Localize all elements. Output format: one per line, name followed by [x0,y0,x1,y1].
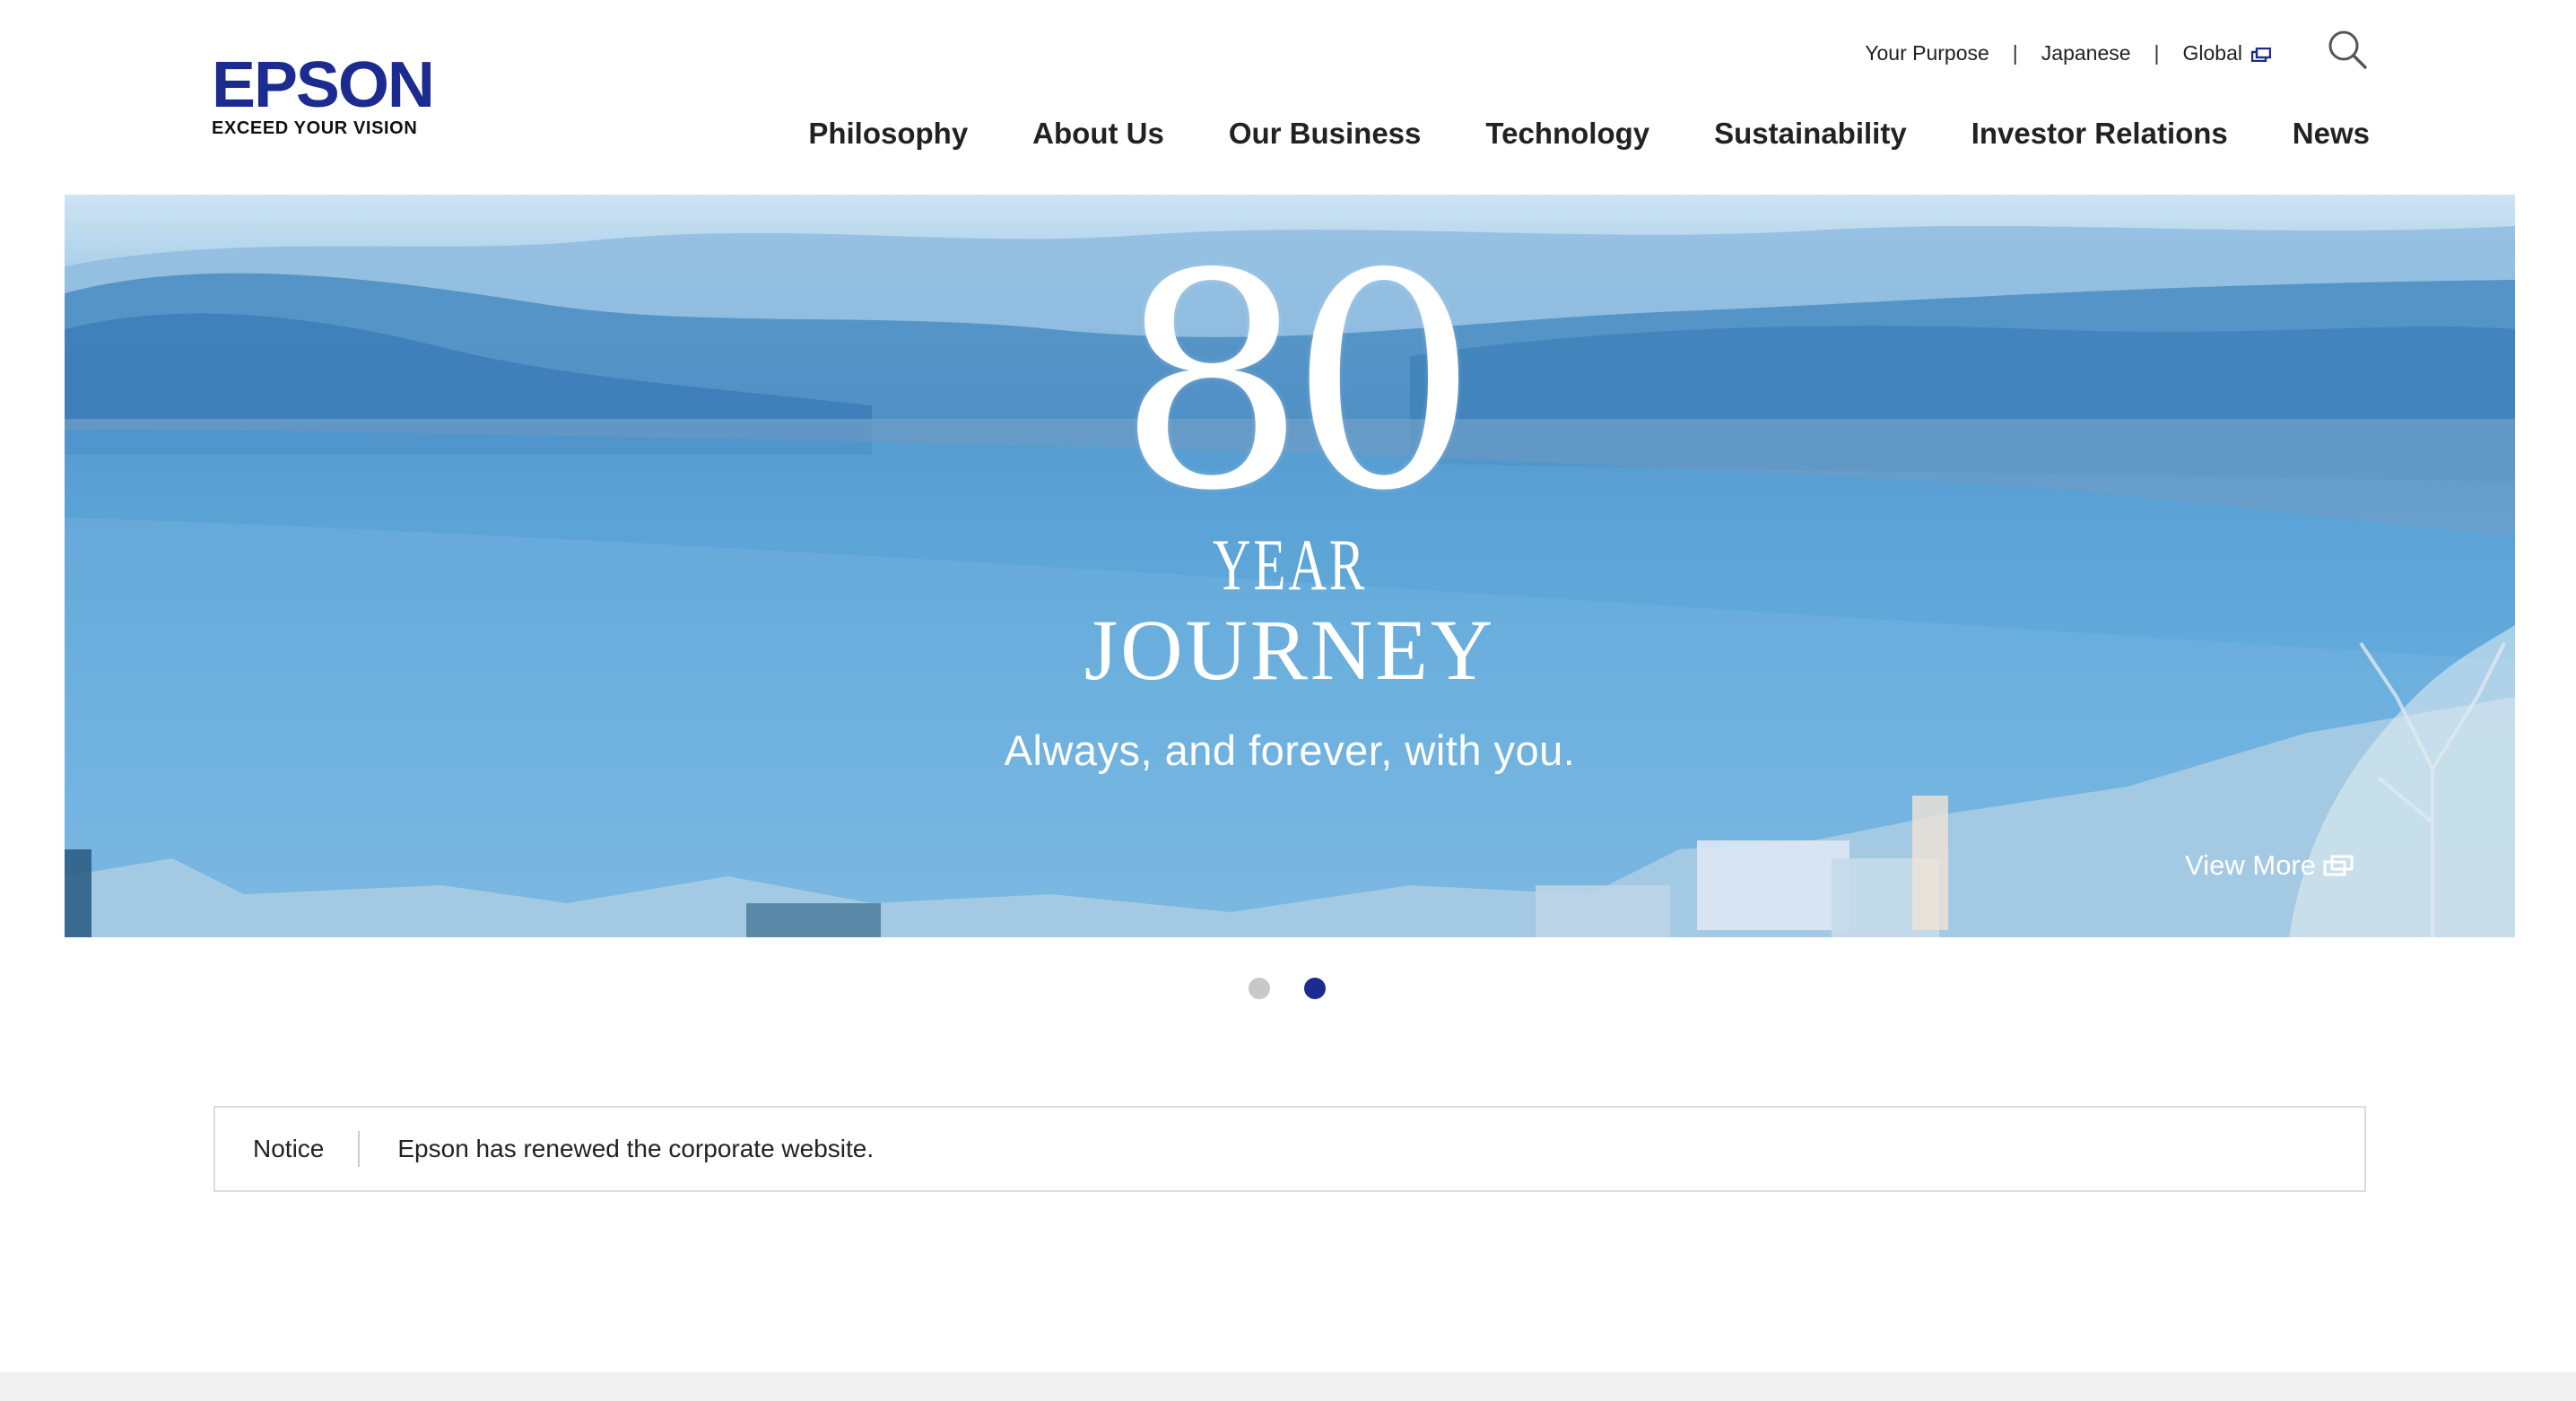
utility-separator: | [2154,41,2160,65]
hero-year-text: YEAR [1212,524,1368,605]
hero-anniversary-number: 80 [1118,211,1478,555]
logo-tagline: EXCEED YOUR VISION [212,118,418,138]
search-button[interactable] [2327,29,2368,70]
search-icon [2328,30,2367,69]
utility-link-your-purpose[interactable]: Your Purpose [1865,41,1989,65]
carousel-pagination [1249,978,1326,999]
nav-item-our-business[interactable]: Our Business [1229,117,1422,151]
utility-link-global-label: Global [2182,41,2242,65]
page: EPSON EXCEED YOUR VISION Your Purpose | … [0,0,2576,1401]
logo-wordmark: EPSON [212,49,435,121]
utility-link-japanese[interactable]: Japanese [2041,41,2131,65]
hero-tagline: Always, and forever, with you. [1004,727,1576,774]
notice-link[interactable]: Epson has renewed the corporate website. [360,1135,874,1163]
nav-item-sustainability[interactable]: Sustainability [1714,117,1907,151]
main-nav: Philosophy About Us Our Business Technol… [808,117,2370,151]
utility-nav: Your Purpose | Japanese | Global [1865,41,2271,65]
hero-journey-text: JOURNEY [1083,602,1496,698]
utility-link-global[interactable]: Global [2183,41,2271,65]
footer-strip [0,1372,2576,1401]
external-link-icon [2323,855,2354,876]
nav-item-technology[interactable]: Technology [1485,117,1649,151]
view-more-link[interactable]: View More [2185,849,2354,882]
utility-separator: | [2012,41,2018,65]
hero-banner[interactable]: 80 YEAR JOURNEY Always, and forever, wit… [65,195,2515,937]
nav-item-investor-relations[interactable]: Investor Relations [1971,117,2228,151]
nav-item-news[interactable]: News [2293,117,2370,151]
nav-item-philosophy[interactable]: Philosophy [808,117,968,151]
notice-bar: Notice Epson has renewed the corporate w… [213,1106,2366,1192]
epson-logo[interactable]: EPSON EXCEED YOUR VISION [212,53,435,138]
view-more-label: View More [2185,849,2316,881]
nav-item-about-us[interactable]: About Us [1032,117,1164,151]
external-link-icon [2251,47,2271,62]
notice-label: Notice [215,1131,361,1167]
carousel-dot-1[interactable] [1249,978,1270,999]
carousel-dot-2-active[interactable] [1304,978,1326,999]
